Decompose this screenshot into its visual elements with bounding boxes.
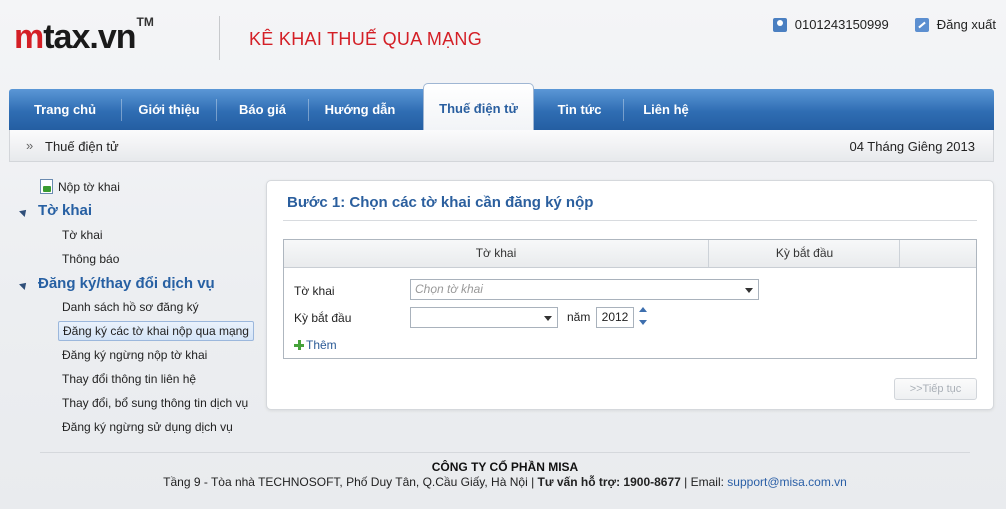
logo-text: tax.vn [43,18,136,56]
sidebar-section-tokhai[interactable]: Tờ khai [19,202,93,219]
nav-item-news[interactable]: Tin tức [536,89,623,130]
double-chevron-icon: » [26,138,34,153]
logo-divider [219,16,220,60]
sidebar-item-registration-list[interactable]: Danh sách hồ sơ đăng ký [62,300,199,314]
sidebar-item-register-online[interactable]: Đăng ký các tờ khai nộp qua mạng [58,321,254,341]
sidebar-item-stop-filing[interactable]: Đăng ký ngừng nộp tờ khai [62,348,207,362]
tokhai-select[interactable]: Chọn tờ khai [410,279,759,300]
logo[interactable]: m tax.vn TM [14,15,154,58]
sidebar-submit-link[interactable]: Nộp tờ khai [40,179,120,194]
logo-trademark: TM [136,15,154,29]
footer-email-label: Email: [690,475,724,489]
logout-link[interactable]: Đăng xuất [937,17,996,32]
sidebar-section-label: Tờ khai [38,202,93,219]
nav-item-guide[interactable]: Hướng dẫn [309,89,411,130]
footer-hotline: Tư vấn hỗ trợ: 1900-8677 [537,475,681,489]
footer: CÔNG TY CỔ PHẦN MISA Tầng 9 - Tòa nhà TE… [40,452,970,502]
nav-item-etax[interactable]: Thuế điện tử [423,83,534,130]
footer-address: Tầng 9 - Tòa nhà TECHNOSOFT, Phố Duy Tân… [163,475,528,489]
tagline: KÊ KHAI THUẾ QUA MẠNG [249,29,483,49]
footer-address-line: Tầng 9 - Tòa nhà TECHNOSOFT, Phố Duy Tân… [163,475,847,489]
tokhai-placeholder: Chọn tờ khai [415,282,483,296]
sidebar-section-service[interactable]: Đăng ký/thay đổi dịch vụ [19,275,215,292]
step-title: Bước 1: Chọn các tờ khai cần đăng ký nộp [287,194,594,211]
kybatdau-label: Kỳ bắt đầu [294,311,352,325]
year-label: năm [567,310,591,324]
logout-icon[interactable] [914,17,929,32]
breadcrumb-current: Thuế điện tử [45,139,119,154]
add-label: Thêm [306,338,337,352]
user-icon [772,17,787,32]
nav-item-pricing[interactable]: Báo giá [217,89,308,130]
logo-m: m [14,18,44,56]
breadcrumb: » Thuế điện tử 04 Tháng Giêng 2013 [9,130,994,162]
page: m tax.vn TM KÊ KHAI THUẾ QUA MẠNG 010124… [0,0,1006,509]
year-spinner-input[interactable]: 2012 [596,307,634,328]
current-date: 04 Tháng Giêng 2013 [849,139,975,154]
sidebar-section-label: Đăng ký/thay đổi dịch vụ [38,275,215,292]
step-panel: Bước 1: Chọn các tờ khai cần đăng ký nộp… [266,180,994,410]
divider [283,220,977,221]
sidebar-item-stop-service[interactable]: Đăng ký ngừng sử dụng dịch vụ [62,420,233,434]
plus-icon [294,340,304,350]
sidebar-item-change-service[interactable]: Thay đổi, bổ sung thông tin dịch vụ [62,396,248,410]
footer-company: CÔNG TY CỔ PHẦN MISA [431,460,579,474]
nav-item-contact[interactable]: Liên hệ [624,89,708,130]
chevron-down-icon[interactable] [745,288,753,293]
kybatdau-select[interactable] [410,307,558,328]
expand-triangle-icon [19,206,29,217]
footer-email-link[interactable]: support@misa.com.vn [727,475,847,489]
sidebar-submit-label: Nộp tờ khai [58,179,120,194]
sidebar-item-tokhai[interactable]: Tờ khai [62,228,103,242]
next-button[interactable]: >>Tiếp tục [894,378,977,400]
nav-item-home[interactable]: Trang chủ [9,89,121,130]
user-area: 0101243150999 Đăng xuất [772,17,996,32]
spinner-up-icon[interactable] [639,307,647,312]
grid-header: Tờ khai Kỳ bắt đầu [284,240,976,268]
add-row-button[interactable]: Thêm [294,338,337,352]
document-add-icon [40,179,53,194]
chevron-down-icon[interactable] [544,316,552,321]
sidebar-item-change-contact[interactable]: Thay đổi thông tin liên hệ [62,372,196,386]
user-code[interactable]: 0101243150999 [795,17,889,32]
tokhai-label: Tờ khai [294,284,335,298]
spinner-down-icon[interactable] [639,320,647,325]
grid-col-kybatdau: Kỳ bắt đầu [710,240,900,267]
grid-col-tokhai: Tờ khai [284,240,709,267]
expand-triangle-icon [19,279,29,290]
main-nav: Trang chủ Giới thiệu Báo giá Hướng dẫn T… [9,83,994,130]
sidebar-item-notice[interactable]: Thông báo [62,252,119,266]
nav-item-about[interactable]: Giới thiệu [122,89,216,130]
